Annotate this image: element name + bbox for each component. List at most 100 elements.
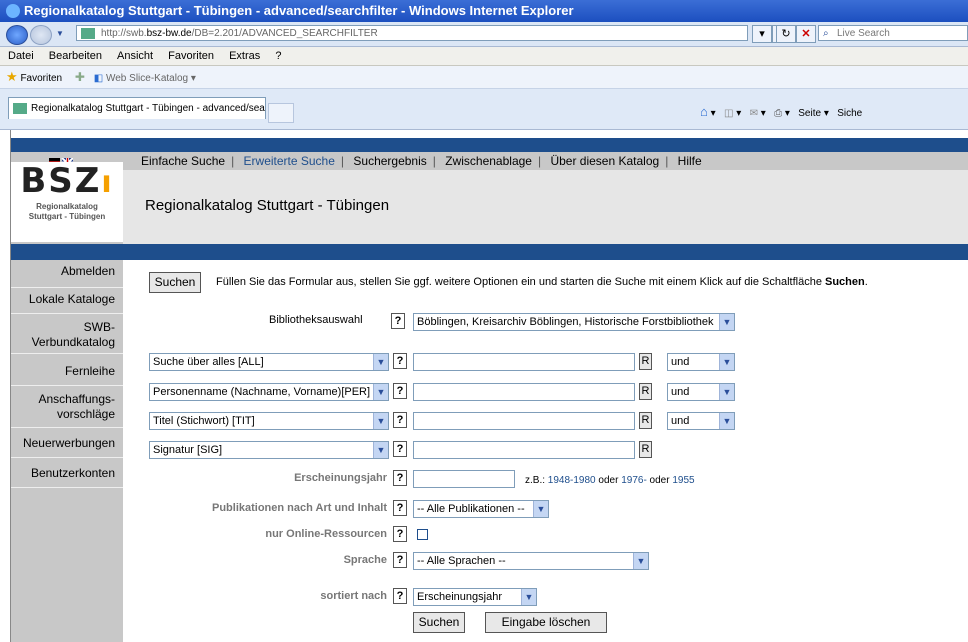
nav-zwischenablage[interactable]: Zwischenablage xyxy=(439,154,538,168)
safety-menu[interactable]: Siche xyxy=(837,108,862,119)
sidebar-item-lokale-kataloge[interactable]: Lokale Kataloge xyxy=(11,292,123,314)
sidebar-item-fernleihe[interactable]: Fernleihe xyxy=(11,364,123,386)
sidebar-item-benutzerkonten[interactable]: Benutzerkonten xyxy=(11,466,123,488)
refresh-icon[interactable]: ↻ xyxy=(776,25,796,43)
add-favorite-icon[interactable]: ✚ xyxy=(75,70,85,84)
feeds-icon[interactable]: ◫ xyxy=(724,108,733,119)
address-toolbar: ▼ http://swb.bsz-bw.de/DB=2.201/ADVANCED… xyxy=(0,22,968,47)
online-checkbox[interactable] xyxy=(417,529,428,540)
chevron-down-icon: ▼ xyxy=(533,501,548,517)
address-input[interactable]: http://swb.bsz-bw.de/DB=2.201/ADVANCED_S… xyxy=(76,25,748,41)
home-icon[interactable]: ⌂ xyxy=(700,104,708,119)
publication-select[interactable]: -- Alle Publikationen -- ▼ xyxy=(413,500,549,518)
operator-select-1[interactable]: und ▼ xyxy=(667,353,735,371)
register-button-4[interactable]: R xyxy=(639,441,652,458)
web-slice-icon: ◧ xyxy=(93,73,104,84)
field-select-1[interactable]: Suche über alles [ALL] ▼ xyxy=(149,353,389,371)
print-icon[interactable]: ⎙ xyxy=(774,108,782,119)
year-help-button[interactable]: ? xyxy=(393,470,407,486)
nav-separator: | xyxy=(231,154,235,168)
register-button-1[interactable]: R xyxy=(639,353,652,370)
operator-select-3-value: und xyxy=(671,415,690,427)
sidebar-item-abmelden[interactable]: Abmelden xyxy=(11,264,123,288)
year-example-1[interactable]: 1948-1980 xyxy=(548,475,596,486)
language-select-value: -- Alle Sprachen -- xyxy=(417,555,506,567)
chevron-down-icon: ▼ xyxy=(373,354,388,370)
reset-button[interactable]: Eingabe löschen xyxy=(485,612,607,633)
sort-label: sortiert nach xyxy=(320,590,387,602)
menu-bearbeiten[interactable]: Bearbeiten xyxy=(49,50,102,62)
logo-sub1: Regionalkatalog xyxy=(36,202,98,211)
back-arrow-icon[interactable] xyxy=(6,25,28,45)
search-submit-button[interactable]: Suchen xyxy=(413,612,465,633)
web-slice-link[interactable]: Web Slice-Katalog ▾ xyxy=(106,73,196,84)
field-select-2[interactable]: Personenname (Nachname, Vorname)[PER] ▼ xyxy=(149,383,389,401)
instruction-end: . xyxy=(864,276,868,288)
language-select[interactable]: -- Alle Sprachen -- ▼ xyxy=(413,552,649,570)
menu-extras[interactable]: Extras xyxy=(229,50,260,62)
sidebar-item-swb-verbundkatalog[interactable]: SWB- Verbundkatalog xyxy=(11,320,123,354)
mail-icon[interactable]: ✉ xyxy=(750,108,758,119)
search-term-input-3[interactable] xyxy=(413,412,635,430)
search-term-input-1[interactable] xyxy=(413,353,635,371)
register-button-2[interactable]: R xyxy=(639,383,652,400)
year-example-2[interactable]: 1976- xyxy=(621,475,647,486)
year-example-3[interactable]: 1955 xyxy=(672,475,694,486)
command-bar: ⌂ ▾ ◫ ▾ ✉ ▾ ⎙ ▾ Seite ▾ Siche xyxy=(700,104,863,119)
chevron-down-icon: ▼ xyxy=(373,442,388,458)
instruction-text: Füllen Sie das Formular aus, stellen Sie… xyxy=(216,276,868,288)
publication-help-button[interactable]: ? xyxy=(393,500,407,516)
year-or-2: oder xyxy=(646,475,673,486)
field-help-2[interactable]: ? xyxy=(393,383,407,399)
new-tab-button[interactable] xyxy=(268,103,294,123)
live-search-input[interactable]: ⌕ Live Search xyxy=(818,25,968,41)
menu-help[interactable]: ? xyxy=(275,50,281,62)
nav-hilfe[interactable]: Hilfe xyxy=(672,154,708,168)
field-help-3[interactable]: ? xyxy=(393,412,407,428)
year-input[interactable] xyxy=(413,470,515,488)
field-select-4[interactable]: Signatur [SIG] ▼ xyxy=(149,441,389,459)
tab-favicon xyxy=(13,103,27,114)
browser-tab[interactable]: Regionalkatalog Stuttgart - Tübingen - a… xyxy=(8,97,266,119)
forward-arrow-icon[interactable] xyxy=(30,25,52,45)
search-term-input-4[interactable] xyxy=(413,441,635,459)
field-select-3-value: Titel (Stichwort) [TIT] xyxy=(153,415,255,427)
online-help-button[interactable]: ? xyxy=(393,526,407,542)
sidebar-item-anschaffungsvorschlaege[interactable]: Anschaffungs- vorschläge xyxy=(11,392,123,428)
sidebar-item-neuerwerbungen[interactable]: Neuerwerbungen xyxy=(11,436,123,458)
menu-datei[interactable]: Datei xyxy=(8,50,34,62)
menu-favoriten[interactable]: Favoriten xyxy=(168,50,214,62)
field-help-1[interactable]: ? xyxy=(393,353,407,369)
favorites-button[interactable]: Favoriten xyxy=(20,73,62,84)
library-label: Bibliotheksauswahl xyxy=(269,314,363,326)
nav-erweiterte-suche[interactable]: Erweiterte Suche xyxy=(238,154,341,168)
chevron-down-icon: ▼ xyxy=(719,314,734,330)
menu-ansicht[interactable]: Ansicht xyxy=(117,50,153,62)
language-help-button[interactable]: ? xyxy=(393,552,407,568)
operator-select-2[interactable]: und ▼ xyxy=(667,383,735,401)
stop-icon[interactable]: ✕ xyxy=(796,25,816,43)
address-dropdown-icon[interactable]: ▾ xyxy=(752,25,772,43)
url-domain: bsz-bw.de xyxy=(146,28,192,39)
site-favicon xyxy=(81,28,95,39)
logo-sub2: Stuttgart - Tübingen xyxy=(28,212,106,221)
search-button-top[interactable]: Suchen xyxy=(149,272,201,293)
nav-separator: | xyxy=(432,154,436,168)
field-select-3[interactable]: Titel (Stichwort) [TIT] ▼ xyxy=(149,412,389,430)
sort-select[interactable]: Erscheinungsjahr ▼ xyxy=(413,588,537,606)
register-button-3[interactable]: R xyxy=(639,412,652,429)
history-dropdown-icon[interactable]: ▼ xyxy=(56,29,64,38)
operator-select-3[interactable]: und ▼ xyxy=(667,412,735,430)
sort-help-button[interactable]: ? xyxy=(393,588,407,604)
search-term-input-2[interactable] xyxy=(413,383,635,401)
field-help-4[interactable]: ? xyxy=(393,441,407,457)
nav-einfache-suche[interactable]: Einfache Suche xyxy=(135,154,231,168)
sidebar: Abmelden Lokale Kataloge SWB- Verbundkat… xyxy=(11,260,123,642)
library-help-button[interactable]: ? xyxy=(391,313,405,329)
chevron-down-icon: ▼ xyxy=(719,384,734,400)
page-menu[interactable]: Seite ▾ xyxy=(798,108,829,119)
nav-suchergebnis[interactable]: Suchergebnis xyxy=(347,154,432,168)
nav-ueber-katalog[interactable]: Über diesen Katalog xyxy=(544,154,665,168)
publication-select-value: -- Alle Publikationen -- xyxy=(417,503,525,515)
library-select[interactable]: Böblingen, Kreisarchiv Böblingen, Histor… xyxy=(413,313,735,331)
